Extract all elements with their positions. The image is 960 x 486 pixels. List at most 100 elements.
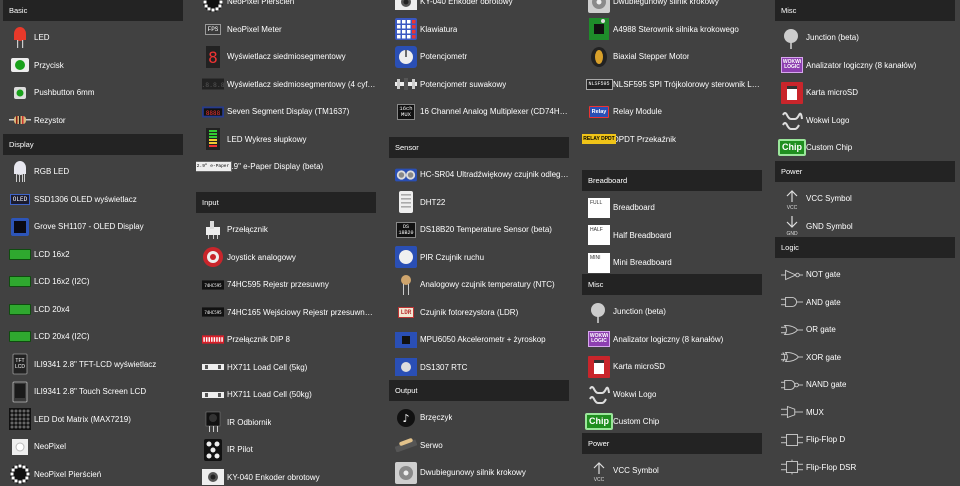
palette-item[interactable]: IR Odbiornik [196,409,376,437]
palette-item[interactable]: DS 18B20 DS18B20 Temperature Sensor (beta) [389,216,569,244]
palette-item[interactable]: Joystick analogowy [196,244,376,272]
palette-item[interactable]: LED Wykres słupkowy [196,126,376,154]
palette-item[interactable]: HX711 Load Cell (50kg) [196,381,376,409]
palette-item[interactable]: 16ch MUX 16 Channel Analog Multiplexer (CD… [389,98,569,126]
palette-item[interactable]: 74HC595 74HC165 Wejściowy Rejestr przesuw… [196,299,376,327]
svg-text:74HC595: 74HC595 [204,310,222,315]
palette-item[interactable]: LED Dot Matrix (MAX7219) [3,406,183,434]
palette-item[interactable]: OR gate [775,316,955,344]
palette-item-label: OR gate [806,325,836,335]
palette-item[interactable]: 2.9" e-Paper 2.9" e-Paper Display (beta) [196,153,376,181]
palette-item[interactable]: VCC VCC Symbol [582,457,762,485]
palette-item[interactable]: Przełącznik [196,216,376,244]
palette-item[interactable]: MPU6050 Akcelerometr + żyroskop [389,326,569,354]
palette-item[interactable]: LCD 16x2 (I2C) [3,268,183,296]
palette-item[interactable]: MINI Mini Breadboard [582,249,762,277]
palette-item[interactable]: 8.8.8.8.Wyświetlacz siedmiosegmentowy (4… [196,71,376,99]
palette-item-label: LED Dot Matrix (MAX7219) [34,414,131,424]
palette-item[interactable]: LED [3,24,183,52]
palette-item-label: Przycisk [34,60,64,70]
palette-item-label: Joystick analogowy [227,252,296,262]
palette-item[interactable]: Przycisk [3,52,183,80]
palette-item[interactable]: Pushbutton 6mm [3,79,183,107]
microsd-icon [588,355,610,378]
dht22-icon [395,191,417,214]
palette-item[interactable]: Dwubiegunowy silnik krokowy [582,0,762,16]
mux-gate-icon [781,401,803,423]
palette-item[interactable]: RGB LED [3,158,183,186]
palette-item[interactable]: TFT LCD ILI9341 2.8" TFT-LCD wyświetlacz [3,351,183,379]
load-cell-icon [202,356,224,378]
palette-item[interactable]: 8888 Seven Segment Display (TM1637) [196,98,376,126]
vcc-icon: VCC [781,188,803,210]
palette-item[interactable]: WOKWi LOGIC Analizator logiczny (8 kanałów… [582,326,762,354]
palette-item[interactable]: VCC VCC Symbol [775,185,955,213]
section-header: Sensor [389,137,569,158]
palette-item[interactable]: ILI9341 2.8" Touch Screen LCD [3,378,183,406]
palette-item[interactable]: Relay Relay Module [582,98,762,126]
palette-item[interactable]: Junction (beta) [582,298,762,326]
palette-item[interactable]: Potencjometr suwakowy [389,71,569,99]
palette-item[interactable]: LCD 16x2 [3,241,183,269]
palette-item[interactable]: Grove SH1107 - OLED Display [3,213,183,241]
palette-item[interactable]: XOR gate [775,344,955,372]
palette-item[interactable]: GND GND Symbol [775,213,955,241]
palette-item[interactable]: RELAY DPDT DPDT Przekaźnik [582,126,762,154]
palette-item[interactable]: ♪ Brzęczyk [389,404,569,432]
palette-item[interactable]: AND gate [775,289,955,317]
palette-item[interactable]: WOKWi LOGIC Analizator logiczny (8 kanałów… [775,52,955,80]
palette-item[interactable]: NOT gate [775,261,955,289]
palette-item-label: 74HC165 Wejściowy Rejestr przesuwny (PIS… [227,307,376,317]
palette-item-label: Przełącznik [227,225,268,235]
palette-item[interactable]: LDR Czujnik fotorezystora (LDR) [389,299,569,327]
palette-item[interactable]: HX711 Load Cell (5kg) [196,354,376,382]
palette-section: Breadboard FULL Breadboard HALF Half Breadbo… [582,170,762,277]
palette-item[interactable]: Dwubiegunowy silnik krokowy [389,459,569,486]
palette-item[interactable]: Przełącznik DIP 8 [196,326,376,354]
lcd-icon [9,298,31,320]
palette-item[interactable]: Serwo [389,432,569,460]
palette-item[interactable]: Chip Custom Chip [582,408,762,436]
palette-item[interactable]: LCD 20x4 [3,296,183,324]
palette-item[interactable]: Karta microSD [775,79,955,107]
palette-item[interactable]: NeoPixel Pierścień [3,461,183,486]
palette-item[interactable]: Potencjometr [389,43,569,71]
palette-item[interactable]: Wokwi Logo [582,381,762,409]
palette-item[interactable]: HALF Half Breadboard [582,222,762,250]
palette-item[interactable]: DHT22 [389,189,569,217]
palette-item[interactable]: Chip Custom Chip [775,134,955,162]
palette-item[interactable]: HC-SR04 Ultradźwiękowy czujnik odległośc… [389,161,569,189]
palette-item[interactable]: Flip-Flop DSR [775,454,955,482]
palette-item[interactable]: Junction (beta) [775,24,955,52]
palette-item[interactable]: Flip-Flop D [775,426,955,454]
palette-item[interactable]: PIR Czujnik ruchu [389,244,569,272]
palette-item[interactable]: NeoPixel Pierścień [196,0,376,16]
palette-item[interactable]: Karta microSD [582,353,762,381]
palette-item[interactable]: Klawiatura [389,16,569,44]
palette-item[interactable]: MUX [775,399,955,427]
palette-column-4: Dwubiegunowy silnik krokowy A4988 Sterown… [582,0,768,486]
palette-item[interactable]: A4988 Sterownik silnika krokowego [582,16,762,44]
palette-item[interactable]: NAND gate [775,371,955,399]
palette-item[interactable]: LCD 20x4 (I2C) [3,323,183,351]
section-header: Power [582,433,762,454]
palette-item[interactable]: Wokwi Logo [775,107,955,135]
palette-item-label: NeoPixel [34,442,67,452]
palette-item[interactable]: Biaxial Stepper Motor [582,43,762,71]
palette-item[interactable]: Rezystor [3,107,183,135]
palette-item[interactable]: FULL Breadboard [582,194,762,222]
palette-item[interactable]: DS1307 RTC [389,354,569,382]
palette-item-label: Flip-Flop D [806,435,846,445]
palette-item[interactable]: FPS NeoPixel Meter [196,16,376,44]
palette-item[interactable]: NeoPixel [3,433,183,461]
palette-item[interactable]: 74HC595 74HC595 Rejestr przesuwny [196,271,376,299]
palette-item[interactable]: IR Pilot [196,436,376,464]
palette-item-label: NeoPixel Pierścień [34,469,102,479]
palette-item-label: Custom Chip [806,143,853,153]
palette-item[interactable]: Analogowy czujnik temperatury (NTC) [389,271,569,299]
palette-item[interactable]: OLED SSD1306 OLED wyświetlacz [3,186,183,214]
palette-item[interactable]: KY-040 Enkoder obrotowy [196,464,376,486]
palette-item[interactable]: 8 Wyświetlacz siedmiosegmentowy [196,43,376,71]
palette-item[interactable]: NLSF595 NLSF595 SPI Trójkolorowy sterowni… [582,71,762,99]
palette-item[interactable]: KY-040 Enkoder obrotowy [389,0,569,16]
